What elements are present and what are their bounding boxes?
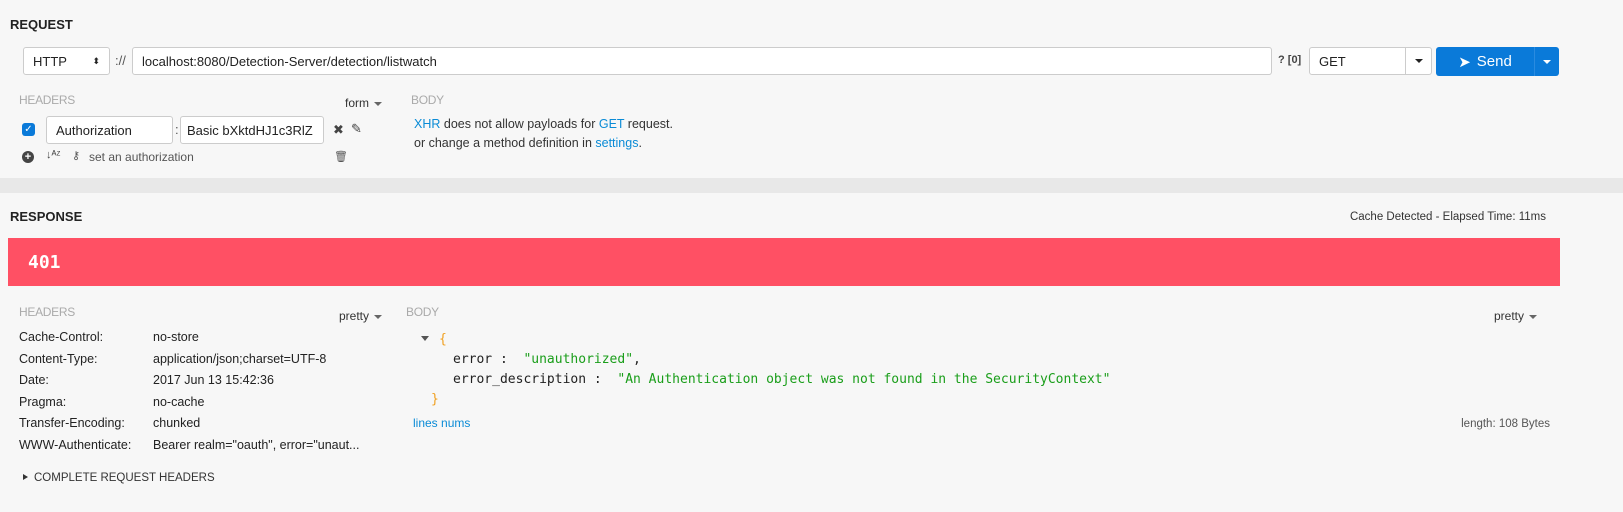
status-bar: 401 — [8, 238, 1560, 286]
scheme-separator: :// — [115, 53, 126, 68]
response-header-row: Date: 2017 Jun 13 15:42:36 — [19, 373, 274, 387]
send-label: Send — [1476, 53, 1512, 70]
method-select[interactable]: GET — [1309, 47, 1432, 75]
response-length: length: 108 Bytes — [1461, 418, 1550, 430]
caret-down-icon — [374, 101, 382, 106]
paper-plane-icon: ➤ — [1458, 53, 1471, 71]
key-icon: ⚷ — [72, 150, 81, 162]
body-message: XHR does not allow payloads for GET requ… — [414, 117, 673, 131]
collapse-triangle-icon[interactable] — [421, 336, 429, 341]
response-body-mode-dropdown[interactable]: pretty — [1494, 309, 1538, 323]
complete-request-headers-toggle[interactable]: COMPLETE REQUEST HEADERS — [34, 472, 215, 484]
xhr-link[interactable]: XHR — [414, 117, 440, 131]
caret-down-icon — [1529, 314, 1538, 319]
request-title: REQUEST — [10, 17, 73, 32]
add-header-icon[interactable]: + — [22, 151, 34, 163]
json-field: error : "unauthorized", — [453, 352, 641, 367]
updown-icon: ⬍ — [92, 55, 100, 66]
response-headers-mode-dropdown[interactable]: pretty — [339, 309, 383, 323]
edit-pencil-icon[interactable]: ✎ — [351, 121, 362, 137]
scheme-value: HTTP — [33, 53, 67, 69]
body-message-line2: or change a method definition in setting… — [414, 136, 642, 150]
elapsed-time: Cache Detected - Elapsed Time: 11ms — [1349, 211, 1546, 223]
response-header-row: Cache-Control: no-store — [19, 330, 199, 344]
header-value-input[interactable]: Basic bXktdHJ1c3RlZ — [180, 116, 324, 144]
header-key-input[interactable]: Authorization — [46, 116, 173, 144]
json-field: error_description : "An Authentication o… — [453, 372, 1111, 387]
json-open-brace: { — [439, 332, 447, 347]
json-close-brace: } — [431, 392, 439, 407]
response-header-row: Transfer-Encoding: chunked — [19, 416, 201, 430]
settings-link[interactable]: settings — [595, 136, 638, 150]
send-options-caret-icon[interactable] — [1534, 47, 1559, 76]
url-input[interactable]: localhost:8080/Detection-Server/detectio… — [132, 47, 1272, 75]
request-headers-label: HEADERS — [19, 93, 75, 107]
section-divider — [0, 178, 1623, 193]
method-value: GET — [1319, 53, 1346, 69]
set-authorization-link[interactable]: set an authorization — [89, 150, 194, 164]
response-header-row: Content-Type: application/json;charset=UT… — [19, 352, 327, 366]
request-body-label: BODY — [411, 93, 444, 107]
caret-down-icon — [374, 314, 383, 319]
trash-icon[interactable]: 🗑 — [334, 150, 348, 163]
scheme-select[interactable]: HTTP ⬍ — [23, 47, 110, 75]
header-enabled-checkbox[interactable]: ✓ — [22, 123, 35, 136]
response-body-label: BODY — [406, 305, 439, 319]
sort-alpha-icon[interactable]: ↓ᴬᶻ — [46, 149, 60, 161]
expand-triangle-icon[interactable] — [23, 474, 28, 480]
query-params-button[interactable]: ? [0] — [1278, 54, 1301, 66]
remove-header-icon[interactable]: ✖ — [333, 122, 344, 138]
lines-nums-link[interactable]: lines nums — [413, 416, 470, 430]
response-header-row: Pragma: no-cache — [19, 395, 205, 409]
get-link[interactable]: GET — [599, 117, 624, 131]
status-code: 401 — [28, 252, 61, 273]
colon-separator: : — [175, 122, 179, 137]
caret-down-icon[interactable] — [1405, 48, 1431, 74]
headers-mode-dropdown[interactable]: form — [345, 96, 382, 110]
response-header-row: WWW-Authenticate: Bearer realm="oauth", e… — [19, 438, 360, 452]
response-headers-label: HEADERS — [19, 305, 75, 319]
send-button[interactable]: ➤ Send — [1436, 47, 1559, 76]
response-title: RESPONSE — [10, 209, 83, 224]
